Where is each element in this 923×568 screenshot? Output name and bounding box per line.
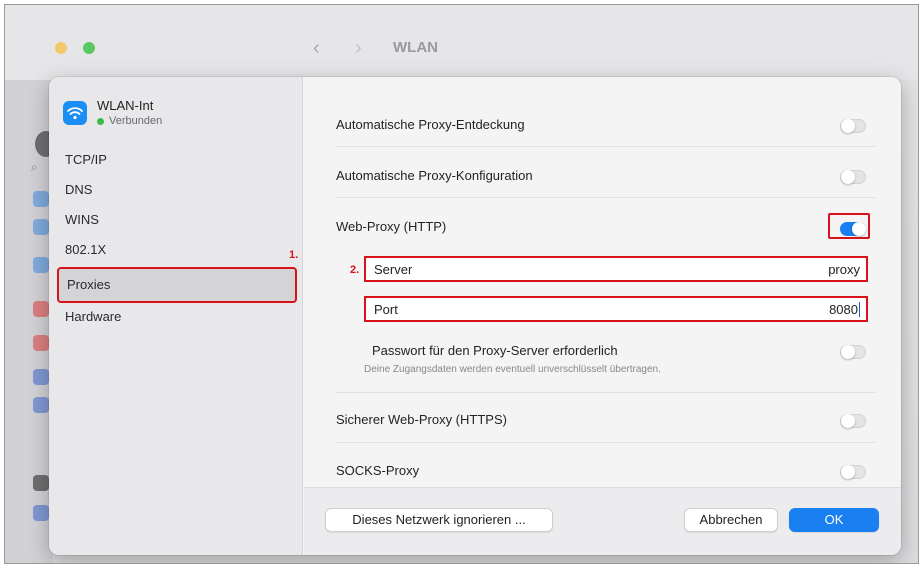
password-label: Passwort für den Proxy-Server erforderli… [372, 343, 618, 358]
auto-config-toggle[interactable] [840, 170, 866, 184]
network-name: WLAN-Int [97, 98, 154, 113]
sidebar-item-proxies[interactable]: Proxies [57, 267, 297, 303]
annotation-step-2: 2. [350, 264, 360, 276]
sidebar-app-icon [33, 301, 49, 317]
status-text: Verbunden [109, 115, 163, 127]
socks-proxy-toggle[interactable] [840, 465, 866, 479]
sidebar-item-tcpip[interactable]: TCP/IP [65, 149, 107, 171]
cancel-button[interactable]: Abbrechen [684, 508, 778, 532]
password-hint: Deine Zugangsdaten werden eventuell unve… [364, 364, 661, 375]
sidebar-app-icon [33, 369, 49, 385]
server-value[interactable]: proxy [828, 262, 860, 277]
auto-discovery-label: Automatische Proxy-Entdeckung [336, 117, 525, 132]
auto-config-row: Automatische Proxy-Konfiguration [336, 168, 876, 188]
ignore-network-button[interactable]: Dieses Netzwerk ignorieren ... [325, 508, 553, 532]
ok-button[interactable]: OK [789, 508, 879, 532]
sidebar-app-icon [33, 505, 49, 521]
auto-discovery-toggle[interactable] [840, 119, 866, 133]
sidebar-app-icon [33, 191, 49, 207]
secure-web-proxy-label: Sicherer Web-Proxy (HTTPS) [336, 412, 507, 427]
divider [336, 146, 876, 147]
annotation-step-1: 1. [289, 249, 299, 261]
sheet-sidebar: WLAN-Int Verbunden TCP/IP DNS WINS 802.1… [49, 77, 303, 555]
proxies-panel: Automatische Proxy-Entdeckung Automatisc… [304, 77, 901, 555]
connection-status: Verbunden [97, 115, 162, 127]
auto-config-label: Automatische Proxy-Konfiguration [336, 168, 533, 183]
sidebar-app-icon [33, 219, 49, 235]
divider [336, 392, 876, 393]
sidebar-item-wins[interactable]: WINS [65, 209, 99, 231]
sidebar-app-icon [33, 397, 49, 413]
text-caret [859, 302, 860, 317]
divider [336, 442, 876, 443]
web-proxy-label: Web-Proxy (HTTP) [336, 219, 447, 234]
status-dot-icon [97, 117, 104, 125]
port-label: Port [374, 302, 398, 317]
server-label: Server [374, 262, 413, 277]
search-icon[interactable]: ⌕ [31, 160, 38, 175]
minimize-button[interactable] [55, 42, 67, 54]
window-title: WLAN [393, 39, 438, 56]
sidebar-item-dns[interactable]: DNS [65, 179, 92, 201]
back-chevron-icon[interactable]: ‹ [313, 37, 320, 60]
network-header: WLAN-Int Verbunden [63, 99, 162, 127]
socks-proxy-row: SOCKS-Proxy [336, 463, 876, 483]
web-proxy-row: Web-Proxy (HTTP) [336, 219, 876, 239]
screenshot-frame: ‹ › WLAN ⌕ WLAN-Int Verbunden TCP/IP DNS… [4, 4, 919, 564]
web-proxy-toggle-highlight [828, 213, 870, 239]
socks-proxy-label: SOCKS-Proxy [336, 463, 420, 478]
secure-web-proxy-row: Sicherer Web-Proxy (HTTPS) [336, 412, 876, 432]
forward-chevron-icon[interactable]: › [355, 37, 362, 60]
sidebar-item-hardware[interactable]: Hardware [65, 306, 121, 328]
secure-web-proxy-toggle[interactable] [840, 414, 866, 428]
background-titlebar: ‹ › WLAN [5, 5, 918, 80]
sidebar-app-icon [33, 475, 49, 491]
zoom-button[interactable] [83, 42, 95, 54]
port-value[interactable]: 8080 [829, 302, 858, 317]
password-toggle[interactable] [840, 345, 866, 359]
sidebar-item-8021x[interactable]: 802.1X [65, 239, 106, 261]
wifi-icon [63, 101, 87, 125]
port-field[interactable]: Port 8080 [364, 296, 868, 322]
sidebar-app-icon [33, 335, 49, 351]
port-value-wrap[interactable]: 8080 [829, 302, 860, 317]
network-details-sheet: WLAN-Int Verbunden TCP/IP DNS WINS 802.1… [49, 77, 901, 555]
sheet-footer: Dieses Netzwerk ignorieren ... Abbrechen… [304, 487, 901, 555]
sidebar-app-icon [33, 257, 49, 273]
server-field[interactable]: Server proxy [364, 256, 868, 282]
divider [336, 197, 876, 198]
auto-discovery-row: Automatische Proxy-Entdeckung [336, 117, 876, 137]
